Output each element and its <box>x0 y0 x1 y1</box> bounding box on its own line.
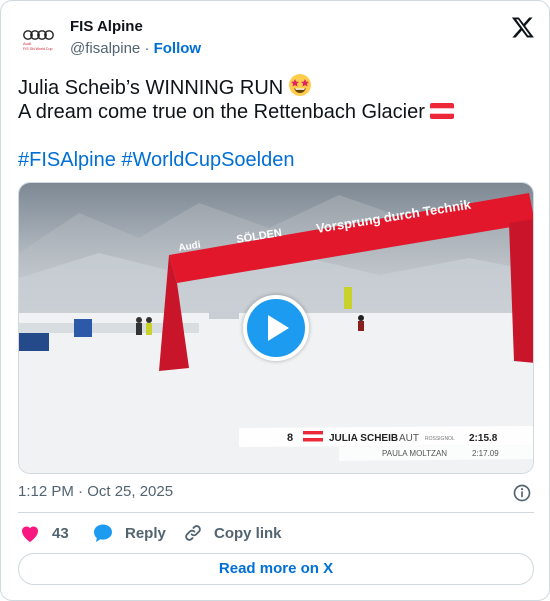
author-handle[interactable]: @fisalpine <box>70 40 140 57</box>
author-handle-row: @fisalpine · Follow <box>70 40 201 57</box>
play-button[interactable] <box>243 295 309 361</box>
separator-dot: · <box>144 40 150 57</box>
actions-divider <box>18 512 534 513</box>
read-more-button[interactable]: Read more on X <box>18 553 534 585</box>
post-line-1-text: Julia Scheib’s WINNING RUN <box>18 77 284 99</box>
hashtag-fisalpine[interactable]: #FISAlpine <box>18 149 116 171</box>
avatar-brand-text: Audi <box>23 41 31 46</box>
heart-icon <box>22 526 38 542</box>
star-struck-emoji-icon <box>289 74 312 96</box>
lower-third-rank: 8 <box>287 432 293 444</box>
copy-link-label: Copy link <box>214 524 282 542</box>
like-button[interactable]: 43 <box>18 521 69 545</box>
post-line-2-text: A dream come true on the Rettenbach Glac… <box>18 101 425 123</box>
post-line-2: A dream come true on the Rettenbach Glac… <box>18 100 528 124</box>
lower-third-leader: PAULA MOLTZAN <box>382 449 447 458</box>
lower-third-leader-time: 2:17.09 <box>472 449 499 458</box>
play-icon <box>268 315 289 341</box>
post-line-1: Julia Scheib’s WINNING RUN <box>18 73 528 100</box>
lower-third-ski-brand: ROSSIGNOL <box>425 436 455 442</box>
info-icon[interactable] <box>512 483 532 503</box>
hashtag-worldcupsoelden[interactable]: #WorldCupSoelden <box>121 149 294 171</box>
copy-link-button[interactable]: Copy link <box>182 521 282 545</box>
x-logo-icon[interactable] <box>511 15 535 39</box>
action-bar: 43 Reply Copy link <box>18 521 534 545</box>
follow-button[interactable]: Follow <box>154 40 202 57</box>
post-header: Audi FIS Ski World Cup FIS Alpine @fisal… <box>18 15 536 65</box>
lower-third-time: 2:15.8 <box>469 433 498 444</box>
video-player[interactable]: Audi SÖLDEN Vorsprung durch Technik 8 JU… <box>18 182 534 474</box>
author-name[interactable]: FIS Alpine <box>70 18 143 35</box>
author-avatar[interactable]: Audi FIS Ski World Cup <box>18 17 66 65</box>
like-count: 43 <box>52 524 69 542</box>
link-icon <box>185 525 201 541</box>
austria-flag-emoji-icon <box>429 103 454 119</box>
reply-label: Reply <box>125 524 166 542</box>
lower-third-nation: AUT <box>399 433 419 444</box>
reply-bubble-icon <box>94 524 112 542</box>
lower-third-athlete: JULIA SCHEIB <box>329 433 398 444</box>
post-hashtags: #FISAlpine #WorldCupSoelden <box>18 148 528 172</box>
post-text-spacer <box>18 124 528 148</box>
audi-logo-icon: Audi FIS Ski World Cup <box>23 30 54 51</box>
avatar-caption-text: FIS Ski World Cup <box>23 47 53 51</box>
post-timestamp[interactable]: 1:12 PM · Oct 25, 2025 <box>18 483 173 500</box>
embedded-post-card: Audi FIS Ski World Cup FIS Alpine @fisal… <box>0 0 550 601</box>
reply-button[interactable]: Reply <box>91 521 166 545</box>
post-text: Julia Scheib’s WINNING RUN A dream come … <box>18 73 528 172</box>
